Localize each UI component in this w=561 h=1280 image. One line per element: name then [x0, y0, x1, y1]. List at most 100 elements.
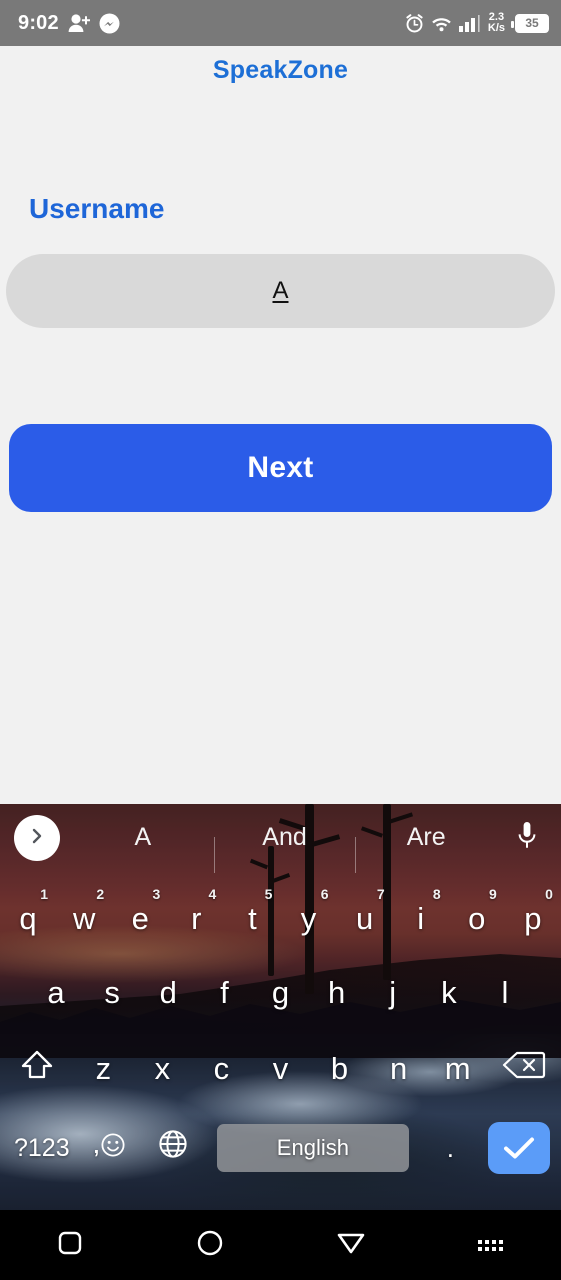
microphone-icon: [516, 821, 538, 856]
suggestion-item[interactable]: A: [72, 823, 214, 852]
key-b[interactable]: b: [310, 1030, 369, 1108]
app-title: SpeakZone: [212, 56, 349, 84]
key-z[interactable]: z: [74, 1030, 133, 1108]
back-button[interactable]: [281, 1230, 421, 1261]
emoji-key[interactable]: ,: [84, 1108, 143, 1188]
key-p[interactable]: 0 p: [505, 882, 561, 956]
key-w[interactable]: 2 w: [56, 882, 112, 956]
key-d[interactable]: d: [140, 956, 196, 1030]
key-j[interactable]: j: [365, 956, 421, 1030]
key-r-label: r: [191, 901, 202, 936]
battery-level: 35: [525, 16, 539, 30]
suggestion-bar: A And Are: [0, 804, 561, 873]
backspace-delete-icon: [502, 1049, 546, 1089]
circle-icon: [195, 1228, 225, 1263]
status-bar: 9:02 2.3 K/s 35: [0, 0, 561, 46]
key-i-number: 8: [432, 886, 441, 902]
key-e-label: e: [131, 901, 149, 936]
keyboard-row-1: 1 q 2 w 3 e 4 r 5 t 6 y 7 u 8 i 9 o 0 p: [0, 882, 561, 956]
alarm-icon: [405, 13, 424, 33]
expand-suggestions-button[interactable]: [14, 815, 60, 861]
suggestion-item[interactable]: Are: [355, 823, 497, 873]
keyboard-row-2: a s d f g h j k l: [0, 956, 561, 1030]
checkmark-enter-icon: [488, 1122, 551, 1174]
username-input-value: A: [272, 277, 289, 304]
status-bar-left: 9:02: [18, 12, 120, 35]
globe-language-icon: [157, 1128, 189, 1168]
key-y[interactable]: 6 y: [280, 882, 336, 956]
phone-screen: 9:02 2.3 K/s 35 SpeakZone Username A Nex…: [0, 0, 561, 1280]
enter-key[interactable]: [477, 1108, 561, 1188]
suggestion-item[interactable]: And: [213, 823, 356, 873]
key-y-label: y: [300, 901, 317, 936]
key-i[interactable]: 8 i: [393, 882, 449, 956]
key-w-number: 2: [96, 886, 105, 902]
space-key[interactable]: English: [202, 1108, 423, 1188]
messenger-icon: [99, 13, 120, 34]
key-o[interactable]: 9 o: [449, 882, 505, 956]
key-u-number: 7: [376, 886, 385, 902]
key-e-number: 3: [152, 886, 161, 902]
key-t[interactable]: 5 t: [224, 882, 280, 956]
key-q-number: 1: [40, 886, 49, 902]
key-i-label: i: [417, 901, 425, 936]
key-o-number: 9: [489, 886, 497, 902]
square-icon: [56, 1229, 84, 1262]
period-key[interactable]: .: [423, 1108, 477, 1188]
keyboard-icon: [478, 1239, 504, 1251]
status-bar-right: 2.3 K/s 35: [405, 12, 549, 34]
navigation-bar: [0, 1210, 561, 1280]
key-c[interactable]: c: [192, 1030, 251, 1108]
key-y-number: 6: [320, 886, 329, 902]
key-u-label: u: [355, 901, 374, 936]
key-t-label: t: [248, 901, 257, 936]
key-f[interactable]: f: [196, 956, 252, 1030]
key-w-label: w: [72, 901, 96, 936]
keyboard-row-4: ?123 , English .: [0, 1108, 561, 1188]
virtual-keyboard: A And Are 1 q 2 w 3 e 4 r 5 t 6 y 7 u 8 …: [0, 804, 561, 1210]
shift-key[interactable]: [0, 1030, 74, 1108]
emoji-smiley-icon: [100, 1130, 126, 1166]
key-p-label: p: [524, 901, 542, 936]
recents-button[interactable]: [0, 1229, 140, 1262]
person-add-icon: [68, 13, 90, 33]
network-speed-unit: K/s: [487, 22, 505, 34]
key-k[interactable]: k: [421, 956, 477, 1030]
keyboard-switch-button[interactable]: [421, 1239, 561, 1251]
key-r[interactable]: 4 r: [168, 882, 224, 956]
key-p-number: 0: [545, 886, 553, 902]
key-e[interactable]: 3 e: [112, 882, 168, 956]
next-button-label: Next: [247, 451, 314, 484]
voice-input-button[interactable]: [507, 818, 547, 858]
shift-up-arrow-icon: [20, 1049, 54, 1089]
home-button[interactable]: [140, 1228, 280, 1263]
key-o-label: o: [468, 901, 486, 936]
key-l[interactable]: l: [477, 956, 533, 1030]
key-s[interactable]: s: [84, 956, 140, 1030]
key-n[interactable]: n: [369, 1030, 428, 1108]
key-m[interactable]: m: [428, 1030, 487, 1108]
key-g[interactable]: g: [252, 956, 308, 1030]
keyboard-row-3: z x c v b n m: [0, 1030, 561, 1108]
network-speed: 2.3 K/s: [488, 12, 505, 34]
username-input[interactable]: A: [6, 254, 555, 328]
next-button[interactable]: Next: [9, 424, 552, 512]
key-u[interactable]: 7 u: [337, 882, 393, 956]
key-v[interactable]: v: [251, 1030, 310, 1108]
backspace-key[interactable]: [487, 1030, 561, 1108]
language-switch-key[interactable]: [143, 1108, 202, 1188]
space-key-label: English: [216, 1124, 409, 1172]
key-x[interactable]: x: [133, 1030, 192, 1108]
status-clock: 9:02: [18, 11, 59, 34]
battery-indicator: 35: [511, 13, 549, 33]
key-r-number: 4: [208, 886, 217, 902]
key-t-number: 5: [264, 886, 273, 902]
key-a[interactable]: a: [28, 956, 84, 1030]
down-triangle-icon: [336, 1230, 366, 1261]
chevron-right-icon: [28, 827, 46, 850]
key-q[interactable]: 1 q: [0, 882, 56, 956]
key-q-label: q: [19, 901, 37, 936]
signal-icon: [458, 14, 481, 32]
key-h[interactable]: h: [309, 956, 365, 1030]
symbols-key[interactable]: ?123: [0, 1108, 84, 1188]
